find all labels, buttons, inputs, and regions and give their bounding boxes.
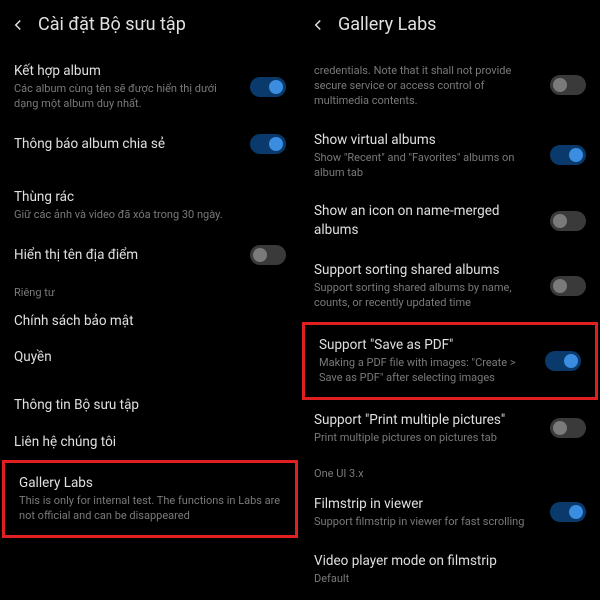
left-panel: Cài đặt Bộ sưu tập Kết hợp album Các alb…: [0, 0, 300, 600]
item-subtitle: Print multiple pictures on pictures tab: [314, 431, 540, 446]
item-subtitle: Making a PDF file with images: "Create >…: [319, 356, 535, 386]
item-title: Chính sách bảo mật: [14, 312, 286, 330]
toggle-virtual-albums[interactable]: [550, 145, 586, 165]
item-credentials[interactable]: credentials. Note that it shall not prov…: [300, 51, 600, 120]
item-shared-notify[interactable]: Thông báo album chia sẻ: [0, 123, 300, 165]
item-privacy-policy[interactable]: Chính sách bảo mật: [0, 303, 300, 339]
toggle-credentials[interactable]: [550, 75, 586, 95]
toggle-name-merged-icon[interactable]: [550, 211, 586, 231]
item-title: Thông báo album chia sẻ: [14, 135, 240, 153]
page-title: Cài đặt Bộ sưu tập: [38, 14, 186, 35]
item-sorting-shared[interactable]: Support sorting shared albums Support so…: [300, 250, 600, 322]
item-title: Filmstrip in viewer: [314, 495, 540, 513]
section-label-oneui: One UI 3.x: [300, 457, 600, 484]
page-title: Gallery Labs: [338, 14, 436, 35]
section-label-privacy: Riêng tư: [0, 276, 300, 303]
item-title: Quyền: [14, 348, 286, 366]
toggle-filmstrip[interactable]: [550, 502, 586, 522]
right-header: Gallery Labs: [300, 0, 600, 51]
toggle-show-location[interactable]: [250, 245, 286, 265]
toggle-combine-album[interactable]: [250, 77, 286, 97]
divider: [0, 375, 300, 387]
left-header: Cài đặt Bộ sưu tập: [0, 0, 300, 51]
item-subtitle: Giữ các ảnh và video đã xóa trong 30 ngà…: [14, 208, 286, 223]
toggle-shared-notify[interactable]: [250, 134, 286, 154]
toggle-print-multiple[interactable]: [550, 418, 586, 438]
item-print-multiple[interactable]: Support "Print multiple pictures" Print …: [300, 400, 600, 457]
item-save-as-pdf[interactable]: Support "Save as PDF" Making a PDF file …: [305, 325, 595, 397]
item-title: Video player mode on filmstrip: [314, 552, 586, 570]
item-subtitle: credentials. Note that it shall not prov…: [314, 64, 540, 109]
item-contact-us[interactable]: Liên hệ chúng tôi: [0, 424, 300, 460]
highlight-save-as-pdf: Support "Save as PDF" Making a PDF file …: [302, 322, 598, 400]
item-title: Kết hợp album: [14, 62, 240, 80]
item-combine-album[interactable]: Kết hợp album Các album cùng tên sẽ được…: [0, 51, 300, 123]
item-title: Show virtual albums: [314, 131, 540, 149]
item-subtitle: This is only for internal test. The func…: [19, 494, 281, 524]
item-permissions[interactable]: Quyền: [0, 339, 300, 375]
item-name-merged-icon[interactable]: Show an icon on name-merged albums: [300, 191, 600, 249]
item-title: Support sorting shared albums: [314, 261, 540, 279]
item-subtitle: Show "Recent" and "Favorites" albums on …: [314, 151, 540, 181]
toggle-save-as-pdf[interactable]: [545, 351, 581, 371]
item-video-filmstrip[interactable]: Video player mode on filmstrip Default: [300, 541, 600, 598]
item-subtitle: Default: [314, 572, 586, 587]
item-show-location[interactable]: Hiển thị tên địa điểm: [0, 234, 300, 276]
item-title: Hiển thị tên địa điểm: [14, 246, 240, 264]
item-title: Support "Save as PDF": [319, 336, 535, 354]
right-panel: Gallery Labs credentials. Note that it s…: [300, 0, 600, 600]
item-subtitle: Support sorting shared albums by name, c…: [314, 281, 540, 311]
item-title: Thông tin Bộ sưu tập: [14, 396, 286, 414]
item-title: Show an icon on name-merged albums: [314, 202, 540, 238]
item-collection-info[interactable]: Thông tin Bộ sưu tập: [0, 387, 300, 423]
item-filmstrip[interactable]: Filmstrip in viewer Support filmstrip in…: [300, 484, 600, 541]
item-subtitle: Các album cùng tên sẽ được hiển thị dưới…: [14, 82, 240, 112]
item-trash[interactable]: Thùng rác Giữ các ảnh và video đã xóa tr…: [0, 177, 300, 234]
item-subtitle: Support filmstrip in viewer for fast scr…: [314, 515, 540, 530]
back-icon[interactable]: [308, 15, 328, 35]
back-icon[interactable]: [8, 15, 28, 35]
highlight-gallery-labs: Gallery Labs This is only for internal t…: [2, 460, 298, 538]
divider: [0, 165, 300, 177]
item-gallery-labs[interactable]: Gallery Labs This is only for internal t…: [5, 463, 295, 535]
toggle-sorting-shared[interactable]: [550, 276, 586, 296]
item-title: Thùng rác: [14, 188, 286, 206]
item-title: Gallery Labs: [19, 474, 281, 492]
item-title: Support "Print multiple pictures": [314, 411, 540, 429]
item-virtual-albums[interactable]: Show virtual albums Show "Recent" and "F…: [300, 120, 600, 192]
item-title: Liên hệ chúng tôi: [14, 433, 286, 451]
